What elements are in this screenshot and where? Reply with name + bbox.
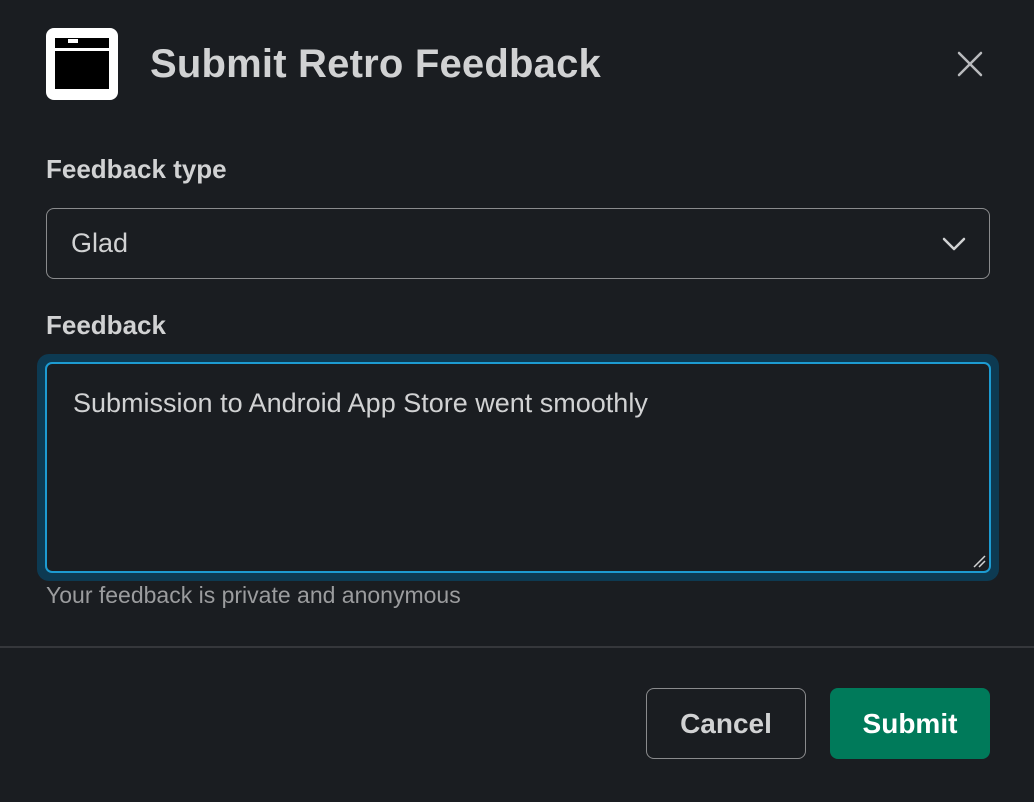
retro-feedback-modal: Submit Retro Feedback Feedback type Glad… (0, 0, 1034, 802)
feedback-type-label: Feedback type (46, 154, 227, 184)
resize-grip-icon[interactable] (972, 554, 986, 568)
submit-button[interactable]: Submit (830, 688, 990, 759)
feedback-label: Feedback (46, 310, 166, 340)
close-icon (957, 51, 983, 77)
archive-box-icon (46, 28, 118, 100)
feedback-type-select[interactable]: Glad (46, 208, 990, 279)
cancel-button[interactable]: Cancel (646, 688, 806, 759)
feedback-text: Submission to Android App Store went smo… (73, 388, 648, 418)
modal-title: Submit Retro Feedback (150, 41, 601, 86)
feedback-textarea[interactable]: Submission to Android App Store went smo… (45, 362, 991, 573)
close-button[interactable] (948, 42, 992, 86)
chevron-down-icon (942, 237, 966, 251)
footer-divider (0, 646, 1034, 648)
feedback-type-value: Glad (71, 228, 129, 258)
modal-header: Submit Retro Feedback (46, 28, 601, 100)
feedback-hint: Your feedback is private and anonymous (46, 582, 461, 608)
